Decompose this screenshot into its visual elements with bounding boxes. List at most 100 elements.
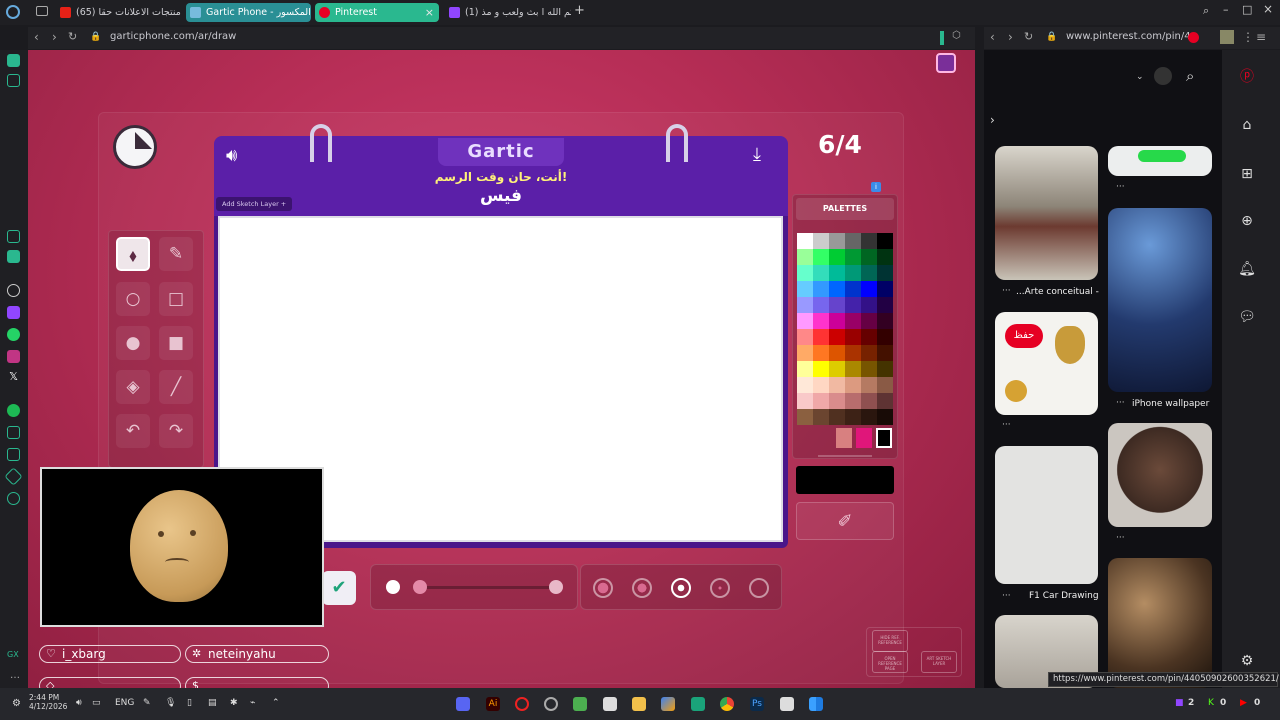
eraser-tool-button[interactable]: ⬧ (116, 237, 150, 271)
illustrator-icon[interactable]: Ai (486, 697, 500, 711)
recent-color-swatch[interactable] (856, 428, 872, 448)
color-swatch[interactable] (845, 393, 861, 409)
forward-icon[interactable]: › (52, 30, 57, 44)
color-swatch[interactable] (813, 329, 829, 345)
close-tab-icon[interactable]: × (425, 3, 434, 22)
close-window-icon[interactable]: × (1263, 2, 1273, 16)
color-swatch[interactable] (861, 361, 877, 377)
gartic-avatar-icon[interactable] (936, 53, 956, 73)
color-swatch[interactable] (797, 377, 813, 393)
color-swatch[interactable] (829, 409, 845, 425)
spotify-icon[interactable] (7, 404, 20, 417)
recent-color-swatch[interactable] (836, 428, 852, 448)
pin-image-f1-sketch[interactable] (995, 446, 1098, 584)
color-swatch[interactable] (829, 377, 845, 393)
open-reference-button[interactable]: OPEN REFERENCE PAGE (872, 651, 908, 673)
color-swatch[interactable] (877, 345, 893, 361)
back-icon[interactable]: ‹ (34, 30, 39, 44)
color-swatch[interactable] (813, 297, 829, 313)
color-swatch[interactable] (797, 361, 813, 377)
color-swatch[interactable] (861, 265, 877, 281)
color-swatch[interactable] (845, 345, 861, 361)
search-icon[interactable]: ⌕ (1186, 67, 1194, 85)
chat-input-1[interactable]: ◇ (39, 677, 181, 688)
gx-icon[interactable]: GX (7, 650, 19, 659)
chatgpt-icon[interactable] (7, 284, 20, 297)
color-swatch[interactable] (829, 345, 845, 361)
new-tab-icon[interactable]: + (574, 3, 585, 18)
profile-avatar[interactable] (1220, 30, 1234, 44)
color-swatch[interactable] (797, 313, 813, 329)
color-swatch[interactable] (797, 409, 813, 425)
settings-icon[interactable] (7, 492, 20, 505)
color-swatch[interactable] (877, 265, 893, 281)
chat-input-2[interactable]: $ (185, 677, 329, 688)
color-swatch[interactable] (797, 345, 813, 361)
color-swatch[interactable] (829, 361, 845, 377)
slider-handle[interactable] (413, 580, 427, 594)
pin-options-icon[interactable]: ··· (1116, 533, 1125, 543)
reload-icon[interactable]: ↻ (68, 30, 77, 43)
url-text[interactable]: www.pinterest.com/pin/4 (1066, 31, 1191, 42)
bluetooth-icon[interactable]: ✱ (230, 698, 238, 708)
photoshop-icon[interactable]: Ps (750, 697, 764, 711)
info-icon[interactable]: i (871, 182, 881, 192)
pin-caption[interactable]: ...Arte conceitual - (1016, 287, 1099, 297)
pen-icon[interactable]: ✎ (143, 698, 151, 708)
save-pin-button[interactable]: حفظ (1005, 324, 1043, 348)
color-swatch[interactable] (845, 377, 861, 393)
wifi-off-icon[interactable]: ⌁ (250, 698, 255, 708)
maximize-icon[interactable]: □ (1242, 3, 1252, 16)
redo-button[interactable]: ↷ (159, 414, 193, 448)
color-swatch[interactable] (813, 393, 829, 409)
recent-color-swatch[interactable] (876, 428, 892, 448)
pin-image-car[interactable] (1108, 146, 1212, 176)
usb-icon[interactable]: ▯ (187, 698, 192, 708)
circle-fill-tool-button[interactable]: ● (116, 326, 150, 360)
color-swatch[interactable] (829, 393, 845, 409)
pinterest-logo-icon[interactable]: ⓟ (1238, 68, 1256, 86)
discord-icon[interactable] (456, 697, 470, 711)
pin-caption[interactable]: F1 Car Drawing (1029, 591, 1099, 601)
color-swatch[interactable] (829, 233, 845, 249)
youtube-tray-icon[interactable]: ▶ (1240, 698, 1247, 708)
search-tabs-icon[interactable]: ⌕ (1203, 4, 1209, 18)
color-swatch[interactable] (861, 233, 877, 249)
tab-pinterest[interactable]: Pinterest × (315, 3, 439, 22)
chevron-right-icon[interactable]: › (990, 113, 995, 127)
steam-icon[interactable] (544, 697, 558, 711)
opacity-bar[interactable] (818, 455, 872, 457)
tab-twitch[interactable]: (1) حياكم الله ا بث ولعب و مذ (445, 3, 571, 22)
color-swatch[interactable] (861, 297, 877, 313)
color-swatch[interactable] (861, 393, 877, 409)
color-swatch[interactable] (877, 361, 893, 377)
color-swatch[interactable] (829, 313, 845, 329)
pin-options-icon[interactable]: ··· (1002, 591, 1011, 601)
x-icon[interactable]: 𝕏 (7, 370, 20, 383)
color-swatch[interactable] (845, 233, 861, 249)
wallet-icon[interactable] (7, 426, 20, 439)
color-swatch[interactable] (861, 409, 877, 425)
color-swatch[interactable] (861, 345, 877, 361)
color-swatch[interactable] (845, 313, 861, 329)
twitch-icon[interactable] (7, 306, 20, 319)
color-swatch[interactable] (829, 281, 845, 297)
minimize-icon[interactable]: – (1223, 3, 1229, 16)
color-swatch[interactable] (877, 377, 893, 393)
tab-youtube[interactable]: (65) هل منتجات الاعلانات حقا (56, 3, 182, 22)
volume-icon[interactable]: 🔊︎ (76, 698, 82, 708)
messenger-icon[interactable] (7, 230, 20, 243)
menu-icon[interactable]: ≡ (1256, 30, 1266, 44)
color-swatch[interactable] (861, 313, 877, 329)
tab-gartic[interactable]: Gartic Phone - الهاتف المكسور (186, 3, 311, 22)
brush-size-m-button[interactable] (671, 578, 691, 598)
rectangle-outline-tool-button[interactable]: □ (159, 282, 193, 316)
color-swatch[interactable] (861, 249, 877, 265)
chrome-icon[interactable] (720, 697, 734, 711)
back-icon[interactable]: ‹ (990, 30, 995, 44)
hide-reference-button[interactable]: HIDE REF. REFERENCE (872, 630, 908, 652)
home-icon[interactable]: ⌂ (1238, 116, 1256, 134)
chevron-down-icon[interactable]: ⌄ (1136, 72, 1144, 82)
color-swatch[interactable] (845, 361, 861, 377)
color-swatch[interactable] (797, 297, 813, 313)
